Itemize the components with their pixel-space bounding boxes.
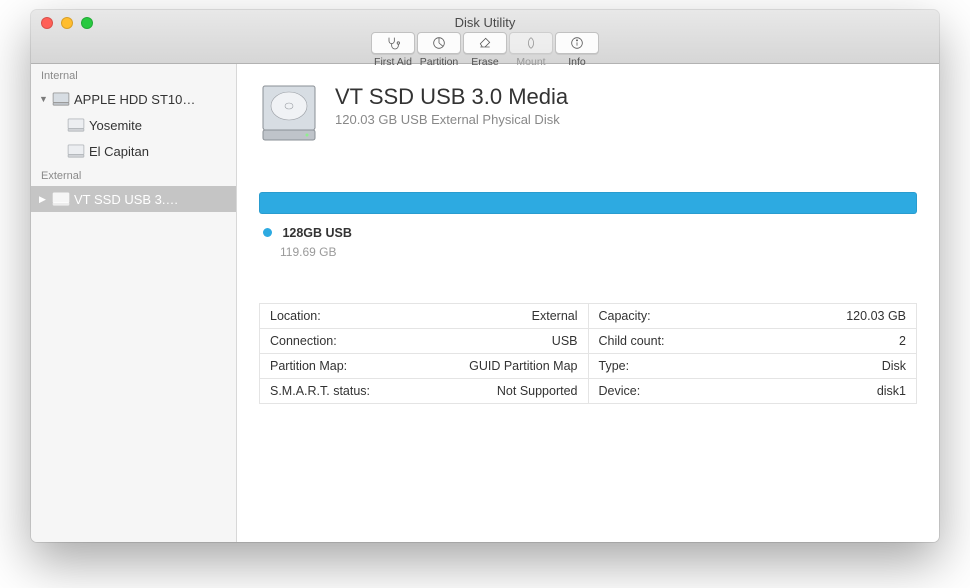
disk-image-icon [259,82,319,144]
sidebar-item-label: Yosemite [89,118,236,133]
close-button[interactable] [41,17,53,29]
minimize-button[interactable] [61,17,73,29]
disk-info-table: Location: External Connection: USB Partiti… [259,303,917,404]
usage-bar [259,192,917,214]
sidebar-item-external-disk[interactable]: ▶ VT SSD USB 3.… [31,186,236,212]
info-value: disk1 [877,384,906,398]
info-button[interactable]: Info [555,32,599,68]
window: Disk Utility First Aid Partition Erase M… [31,10,939,542]
toolbar: First Aid Partition Erase Mount Info [371,32,599,68]
info-value: Disk [882,359,906,373]
info-row: Capacity: 120.03 GB [589,304,917,329]
stethoscope-icon [385,35,401,51]
info-col-right: Capacity: 120.03 GB Child count: 2 Type: Di… [589,304,917,403]
info-row: Child count: 2 [589,329,917,354]
sidebar-section-external: External [31,164,236,186]
partition-size: 119.69 GB [280,245,917,259]
harddisk-icon [67,143,85,159]
info-key: Capacity: [599,309,651,323]
sidebar-item-internal-disk[interactable]: ▼ APPLE HDD ST10… [31,86,236,112]
content: VT SSD USB 3.0 Media 120.03 GB USB Exter… [237,64,939,542]
erase-icon [477,35,493,51]
sidebar-item-label: APPLE HDD ST10… [74,92,236,107]
body: Internal ▼ APPLE HDD ST10… Yosemite El C… [31,64,939,542]
disk-header: VT SSD USB 3.0 Media 120.03 GB USB Exter… [259,82,917,144]
disclosure-triangle-icon[interactable]: ▶ [39,194,48,205]
info-row: Device: disk1 [589,379,917,403]
titlebar: Disk Utility First Aid Partition Erase M… [31,10,939,64]
partition-button[interactable]: Partition [417,32,461,68]
partition-name: 128GB USB [282,226,351,240]
harddisk-icon [52,191,70,207]
info-key: Type: [599,359,630,373]
disk-title: VT SSD USB 3.0 Media [335,84,568,110]
info-value: 120.03 GB [846,309,906,323]
info-value: 2 [899,334,906,348]
info-key: Connection: [270,334,337,348]
harddisk-icon [67,117,85,133]
sidebar-item-label: VT SSD USB 3.… [74,192,236,207]
info-value: USB [552,334,578,348]
sidebar-item-yosemite[interactable]: Yosemite [31,112,236,138]
info-key: Partition Map: [270,359,347,373]
toolbar-label: First Aid [374,56,412,68]
traffic-lights [41,17,93,29]
toolbar-label: Mount [516,56,545,68]
toolbar-label: Partition [420,56,459,68]
info-value: GUID Partition Map [469,359,577,373]
info-key: S.M.A.R.T. status: [270,384,370,398]
info-row: Connection: USB [260,329,588,354]
harddisk-icon [52,91,70,107]
sidebar-item-elcapitan[interactable]: El Capitan [31,138,236,164]
disclosure-triangle-icon[interactable]: ▼ [39,94,48,104]
erase-button[interactable]: Erase [463,32,507,68]
info-value: External [532,309,578,323]
info-row: Location: External [260,304,588,329]
partition-legend: 128GB USB 119.69 GB [263,224,917,259]
info-value: Not Supported [497,384,578,398]
info-key: Location: [270,309,321,323]
window-title: Disk Utility [31,10,939,30]
toolbar-label: Info [568,56,586,68]
zoom-button[interactable] [81,17,93,29]
info-col-left: Location: External Connection: USB Partiti… [260,304,589,403]
info-row: Partition Map: GUID Partition Map [260,354,588,379]
mount-icon [523,35,539,51]
info-row: Type: Disk [589,354,917,379]
info-row: S.M.A.R.T. status: Not Supported [260,379,588,403]
pie-icon [431,35,447,51]
disk-subtitle: 120.03 GB USB External Physical Disk [335,112,568,127]
sidebar-item-label: El Capitan [89,144,236,159]
toolbar-label: Erase [471,56,498,68]
info-key: Device: [599,384,641,398]
info-icon [569,35,585,51]
first-aid-button[interactable]: First Aid [371,32,415,68]
legend-color-swatch [263,228,272,237]
info-key: Child count: [599,334,665,348]
sidebar: Internal ▼ APPLE HDD ST10… Yosemite El C… [31,64,237,542]
mount-button: Mount [509,32,553,68]
